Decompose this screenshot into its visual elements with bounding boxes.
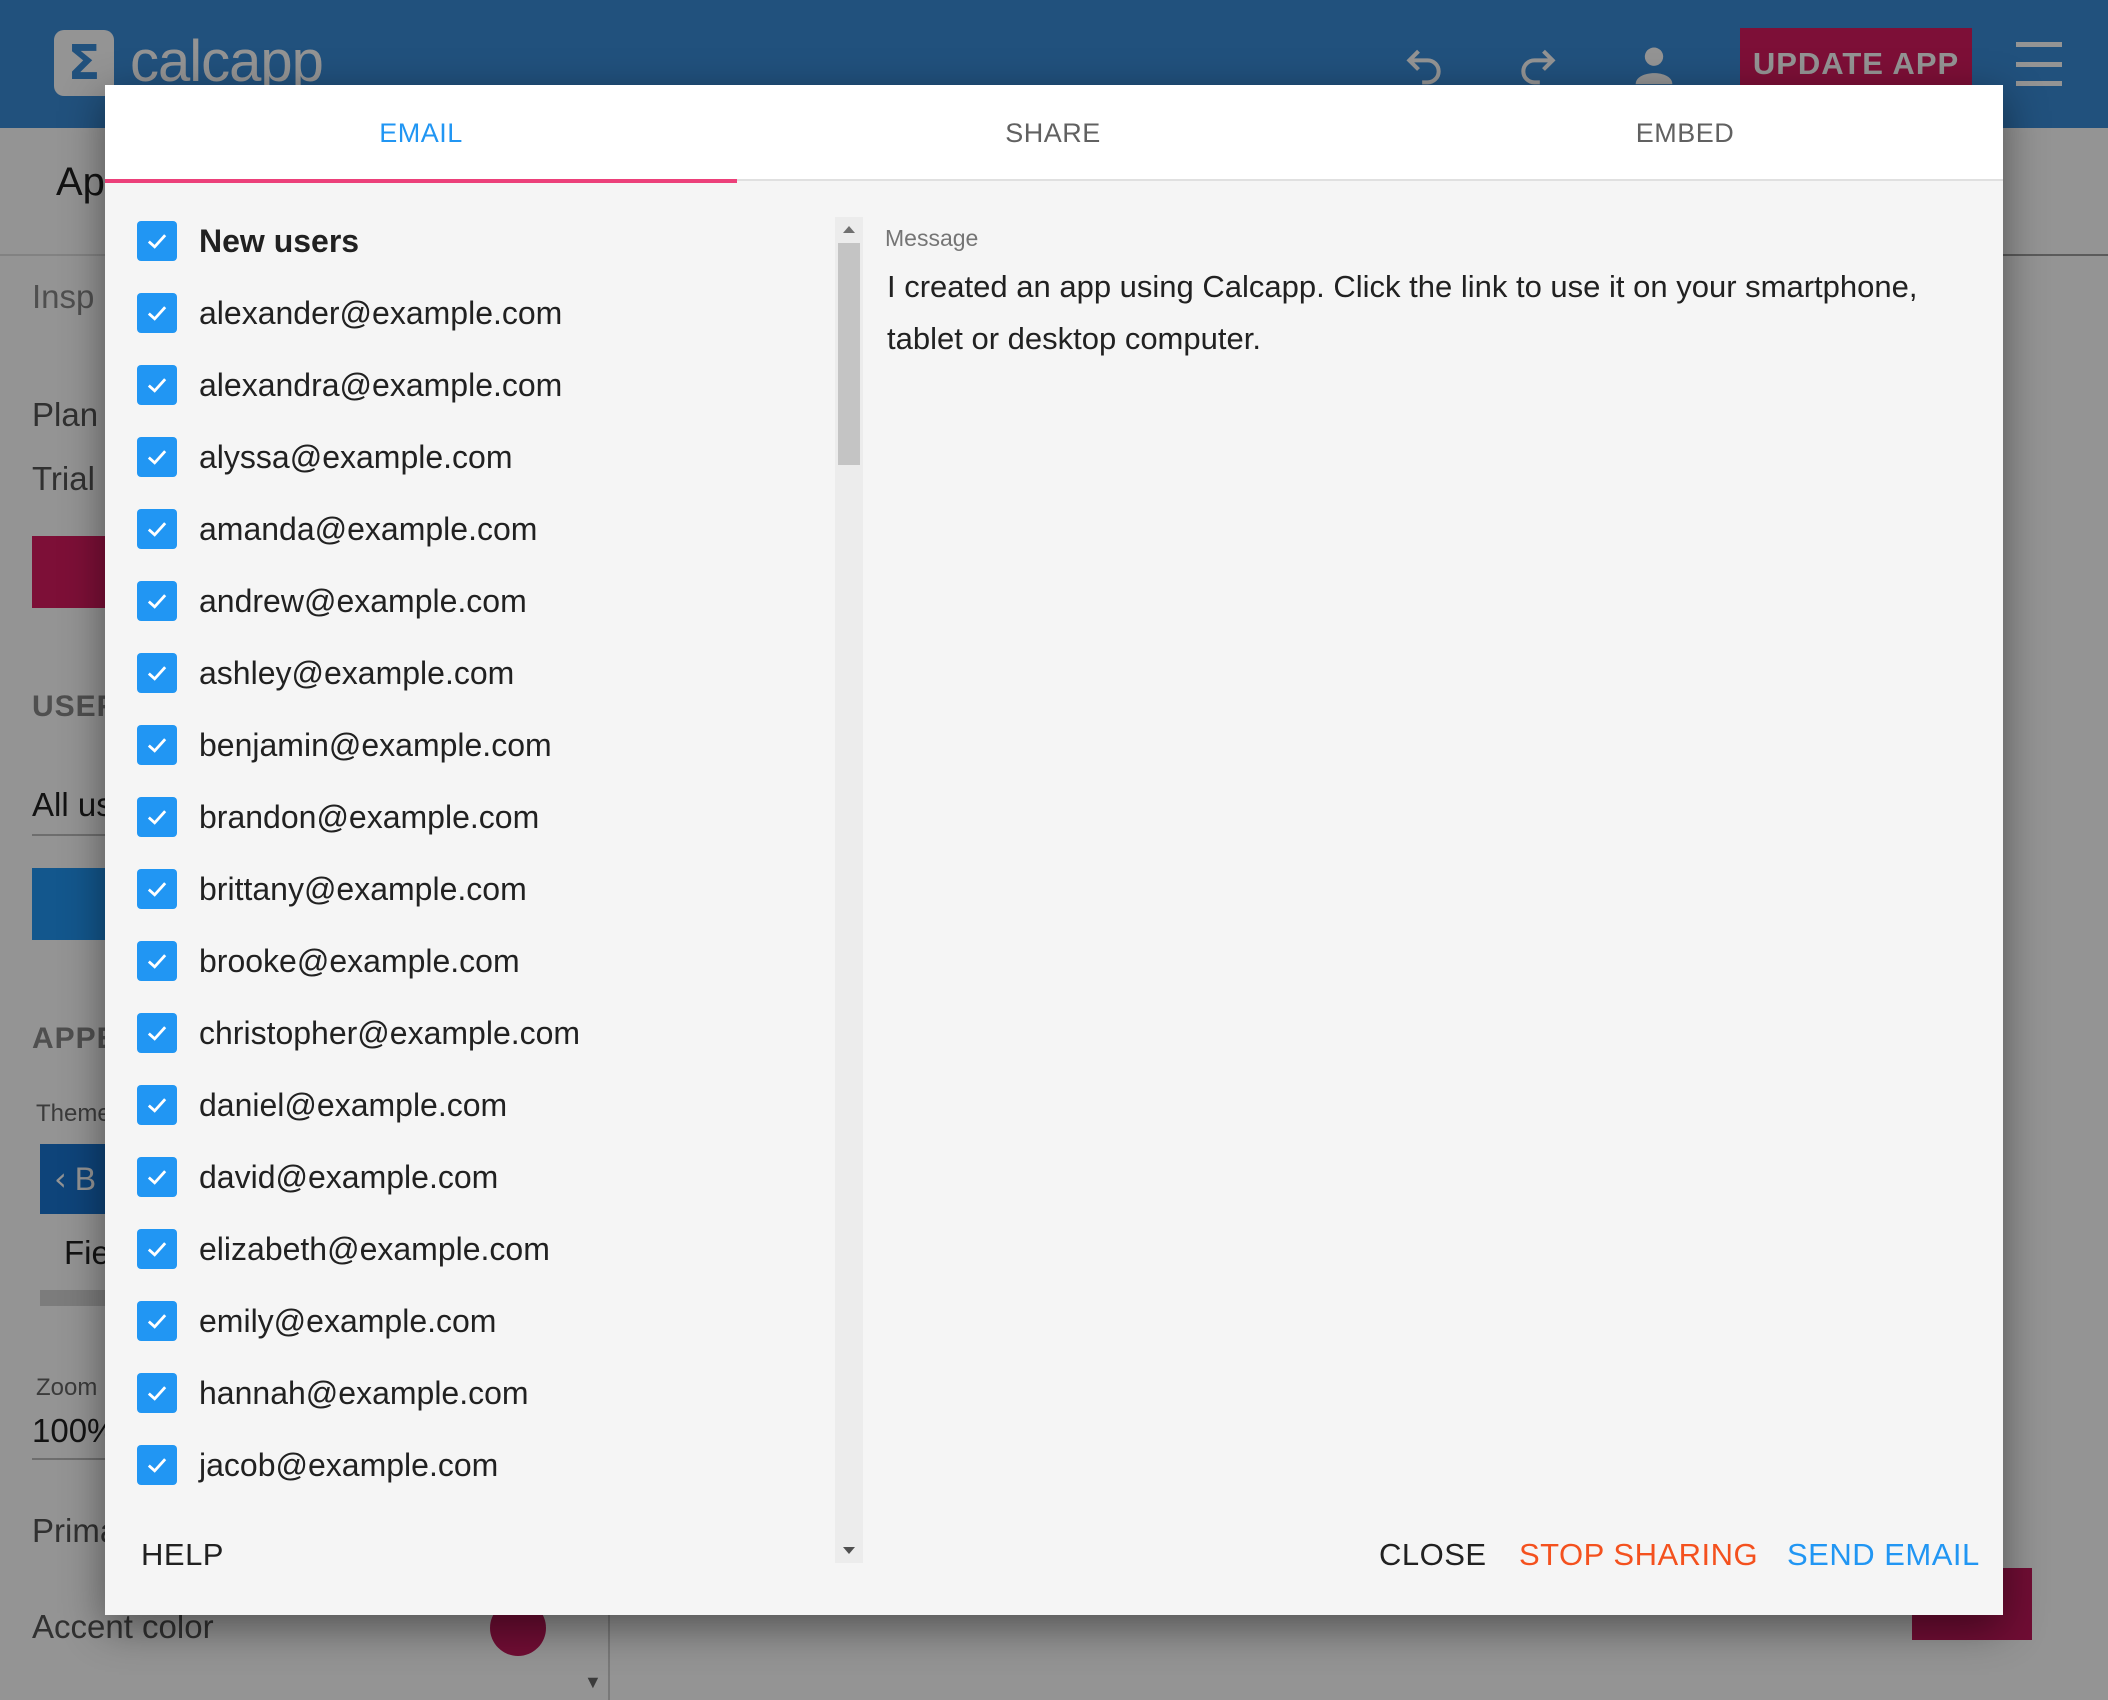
checkbox-checked-icon[interactable] [137,941,177,981]
recipient-label: jacob@example.com [199,1446,499,1483]
list-item[interactable]: alexandra@example.com [137,357,562,413]
list-item[interactable]: brandon@example.com [137,789,539,845]
recipient-list-scrollbar[interactable] [835,217,863,1563]
list-item[interactable]: andrew@example.com [137,573,527,629]
recipient-label: brooke@example.com [199,942,520,979]
message-field[interactable]: I created an app using Calcapp. Click th… [887,261,1967,365]
recipient-label: brittany@example.com [199,870,527,907]
checkbox-checked-icon[interactable] [137,221,177,261]
checkbox-checked-icon[interactable] [137,581,177,621]
list-item[interactable]: jacob@example.com [137,1437,498,1493]
stop-sharing-button[interactable]: STOP SHARING [1519,1525,1758,1585]
recipient-label: amanda@example.com [199,510,538,547]
recipient-label: brandon@example.com [199,798,540,835]
list-item[interactable]: daniel@example.com [137,1077,507,1133]
checkbox-checked-icon[interactable] [137,1445,177,1485]
close-button[interactable]: CLOSE [1379,1525,1487,1585]
recipient-label: benjamin@example.com [199,726,552,763]
scrollbar-thumb[interactable] [838,243,860,465]
checkbox-checked-icon[interactable] [137,1373,177,1413]
list-item[interactable]: emily@example.com [137,1293,496,1349]
list-item[interactable]: hannah@example.com [137,1365,529,1421]
checkbox-checked-icon[interactable] [137,869,177,909]
recipient-label: alexander@example.com [199,294,563,331]
share-dialog: EMAIL SHARE EMBED New users alexander@exa… [105,85,2003,1615]
scroll-up-arrow-icon[interactable] [835,217,863,241]
list-item[interactable]: alyssa@example.com [137,429,512,485]
checkbox-checked-icon[interactable] [137,1229,177,1269]
list-item[interactable]: david@example.com [137,1149,498,1205]
recipient-label: andrew@example.com [199,582,527,619]
checkbox-checked-icon[interactable] [137,797,177,837]
checkbox-checked-icon[interactable] [137,1013,177,1053]
scroll-down-arrow-icon[interactable] [835,1539,863,1563]
recipient-label: hannah@example.com [199,1374,529,1411]
checkbox-checked-icon[interactable] [137,509,177,549]
recipient-label: alyssa@example.com [199,438,513,475]
checkbox-checked-icon[interactable] [137,1157,177,1197]
list-item[interactable]: brooke@example.com [137,933,520,989]
recipient-label: elizabeth@example.com [199,1230,550,1267]
recipient-label: alexandra@example.com [199,366,563,403]
checkbox-checked-icon[interactable] [137,293,177,333]
list-item[interactable]: alexander@example.com [137,285,562,341]
recipient-list: New users alexander@example.com alexandra@… [105,201,865,1567]
recipient-label: emily@example.com [199,1302,497,1339]
checkbox-checked-icon[interactable] [137,365,177,405]
list-item[interactable]: christopher@example.com [137,1005,580,1061]
tab-embed[interactable]: EMBED [1369,85,2001,181]
recipient-label: david@example.com [199,1158,499,1195]
tab-share[interactable]: SHARE [737,85,1369,181]
checkbox-checked-icon[interactable] [137,653,177,693]
checkbox-checked-icon[interactable] [137,1085,177,1125]
list-item[interactable]: benjamin@example.com [137,717,552,773]
new-users-option[interactable]: New users [137,213,359,269]
list-item[interactable]: amanda@example.com [137,501,537,557]
recipient-label: New users [199,222,360,259]
checkbox-checked-icon[interactable] [137,1301,177,1341]
recipient-label: ashley@example.com [199,654,515,691]
list-item[interactable]: ashley@example.com [137,645,514,701]
tab-email[interactable]: EMAIL [105,85,737,183]
recipient-label: christopher@example.com [199,1014,581,1051]
send-email-button[interactable]: SEND EMAIL [1787,1525,1980,1585]
checkbox-checked-icon[interactable] [137,725,177,765]
list-item[interactable]: elizabeth@example.com [137,1221,550,1277]
recipient-label: daniel@example.com [199,1086,508,1123]
checkbox-checked-icon[interactable] [137,437,177,477]
message-label: Message [885,225,979,251]
help-button[interactable]: HELP [141,1525,224,1585]
dialog-tabs: EMAIL SHARE EMBED [105,85,2003,183]
list-item[interactable]: brittany@example.com [137,861,527,917]
